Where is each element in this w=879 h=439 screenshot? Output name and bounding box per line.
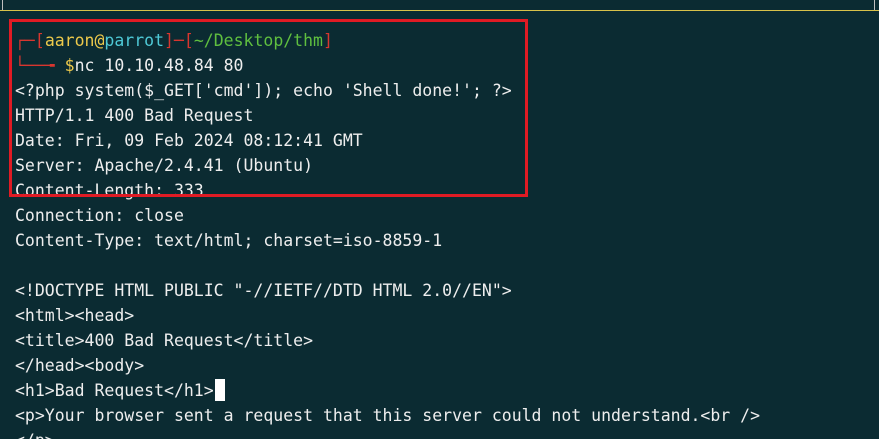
output-line: <!DOCTYPE HTML PUBLIC "-//IETF//DTD HTML… (15, 281, 512, 300)
output-line: </p> (15, 428, 760, 439)
pane-border-left (2, 0, 3, 10)
output-line-text: <h1>Bad Request</h1> (15, 381, 214, 400)
output-line: </head><body> (15, 356, 145, 375)
output-line-with-cursor: <h1>Bad Request</h1> (15, 378, 760, 403)
text-cursor (214, 379, 225, 401)
terminal-window[interactable]: ┌─[aaron@parrot]─[~/Desktop/thm] └──╼ $n… (0, 0, 879, 439)
annotation-highlight-box (9, 19, 528, 197)
output-line: <title>400 Bad Request</title> (15, 331, 314, 350)
pane-divider (0, 10, 879, 11)
output-line: Connection: close (15, 206, 184, 225)
output-line: Content-Type: text/html; charset=iso-885… (15, 231, 443, 250)
output-line: <html><head> (15, 306, 135, 325)
output-line: <p>Your browser sent a request that this… (15, 406, 761, 425)
pane-border-right (874, 0, 875, 10)
